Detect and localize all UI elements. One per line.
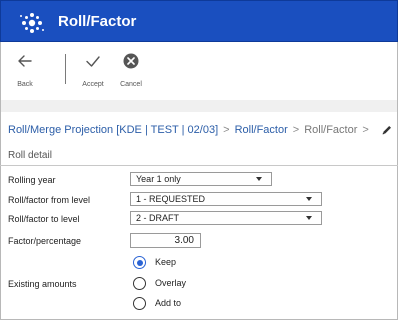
to-level-value: 2 - DRAFT bbox=[136, 213, 180, 223]
to-level-select[interactable]: 2 - DRAFT bbox=[130, 211, 322, 225]
toolbar-band bbox=[0, 100, 398, 112]
radio-button[interactable] bbox=[133, 277, 146, 290]
section-title: Roll detail bbox=[8, 150, 52, 161]
rolling-year-label: Rolling year bbox=[8, 175, 56, 185]
rolling-year-select[interactable]: Year 1 only bbox=[130, 172, 272, 186]
breadcrumb-item-projection[interactable]: Roll/Merge Projection [KDE | TEST | 02/0… bbox=[8, 124, 218, 136]
from-level-value: 1 - REQUESTED bbox=[136, 194, 206, 204]
radio-add-to-label: Add to bbox=[155, 298, 182, 308]
accept-label: Accept bbox=[82, 81, 104, 88]
close-circle-icon bbox=[123, 53, 139, 69]
pencil-icon[interactable] bbox=[381, 124, 393, 136]
toolbar: Back Accept Cancel bbox=[0, 42, 398, 100]
arrow-left-icon bbox=[18, 55, 32, 67]
breadcrumb-separator: > bbox=[223, 124, 230, 136]
breadcrumb-item-current: Roll/Factor bbox=[304, 124, 358, 136]
to-level-label: Roll/factor to level bbox=[8, 214, 80, 224]
cancel-label: Cancel bbox=[120, 81, 142, 88]
from-level-label: Roll/factor from level bbox=[8, 195, 91, 205]
chevron-down-icon bbox=[306, 197, 312, 201]
dots-sparkle-icon bbox=[20, 13, 44, 33]
radio-button[interactable] bbox=[133, 297, 146, 310]
existing-amounts-label: Existing amounts bbox=[8, 279, 77, 289]
title-bar: Roll/Factor bbox=[0, 0, 398, 42]
factor-input[interactable] bbox=[130, 233, 201, 248]
factor-label: Factor/percentage bbox=[8, 236, 82, 246]
back-label: Back bbox=[17, 81, 33, 88]
breadcrumb-separator: > bbox=[362, 124, 369, 136]
breadcrumb-separator: > bbox=[292, 124, 300, 136]
radio-button[interactable] bbox=[133, 256, 146, 269]
accept-button[interactable]: Accept bbox=[75, 42, 111, 98]
cancel-button[interactable]: Cancel bbox=[114, 42, 148, 98]
rolling-year-value: Year 1 only bbox=[136, 174, 181, 184]
from-level-select[interactable]: 1 - REQUESTED bbox=[130, 192, 322, 206]
check-icon bbox=[86, 56, 100, 67]
radio-overlay-label: Overlay bbox=[155, 278, 187, 288]
section-divider bbox=[0, 165, 398, 166]
breadcrumb: Roll/Merge Projection [KDE | TEST | 02/0… bbox=[8, 123, 374, 137]
app-title: Roll/Factor bbox=[58, 13, 137, 30]
chevron-down-icon bbox=[256, 177, 262, 181]
radio-keep-label: Keep bbox=[155, 257, 177, 267]
back-button[interactable]: Back bbox=[9, 42, 41, 98]
toolbar-divider bbox=[65, 54, 66, 84]
breadcrumb-item-roll-factor[interactable]: Roll/Factor bbox=[235, 124, 288, 136]
chevron-down-icon bbox=[306, 216, 312, 220]
